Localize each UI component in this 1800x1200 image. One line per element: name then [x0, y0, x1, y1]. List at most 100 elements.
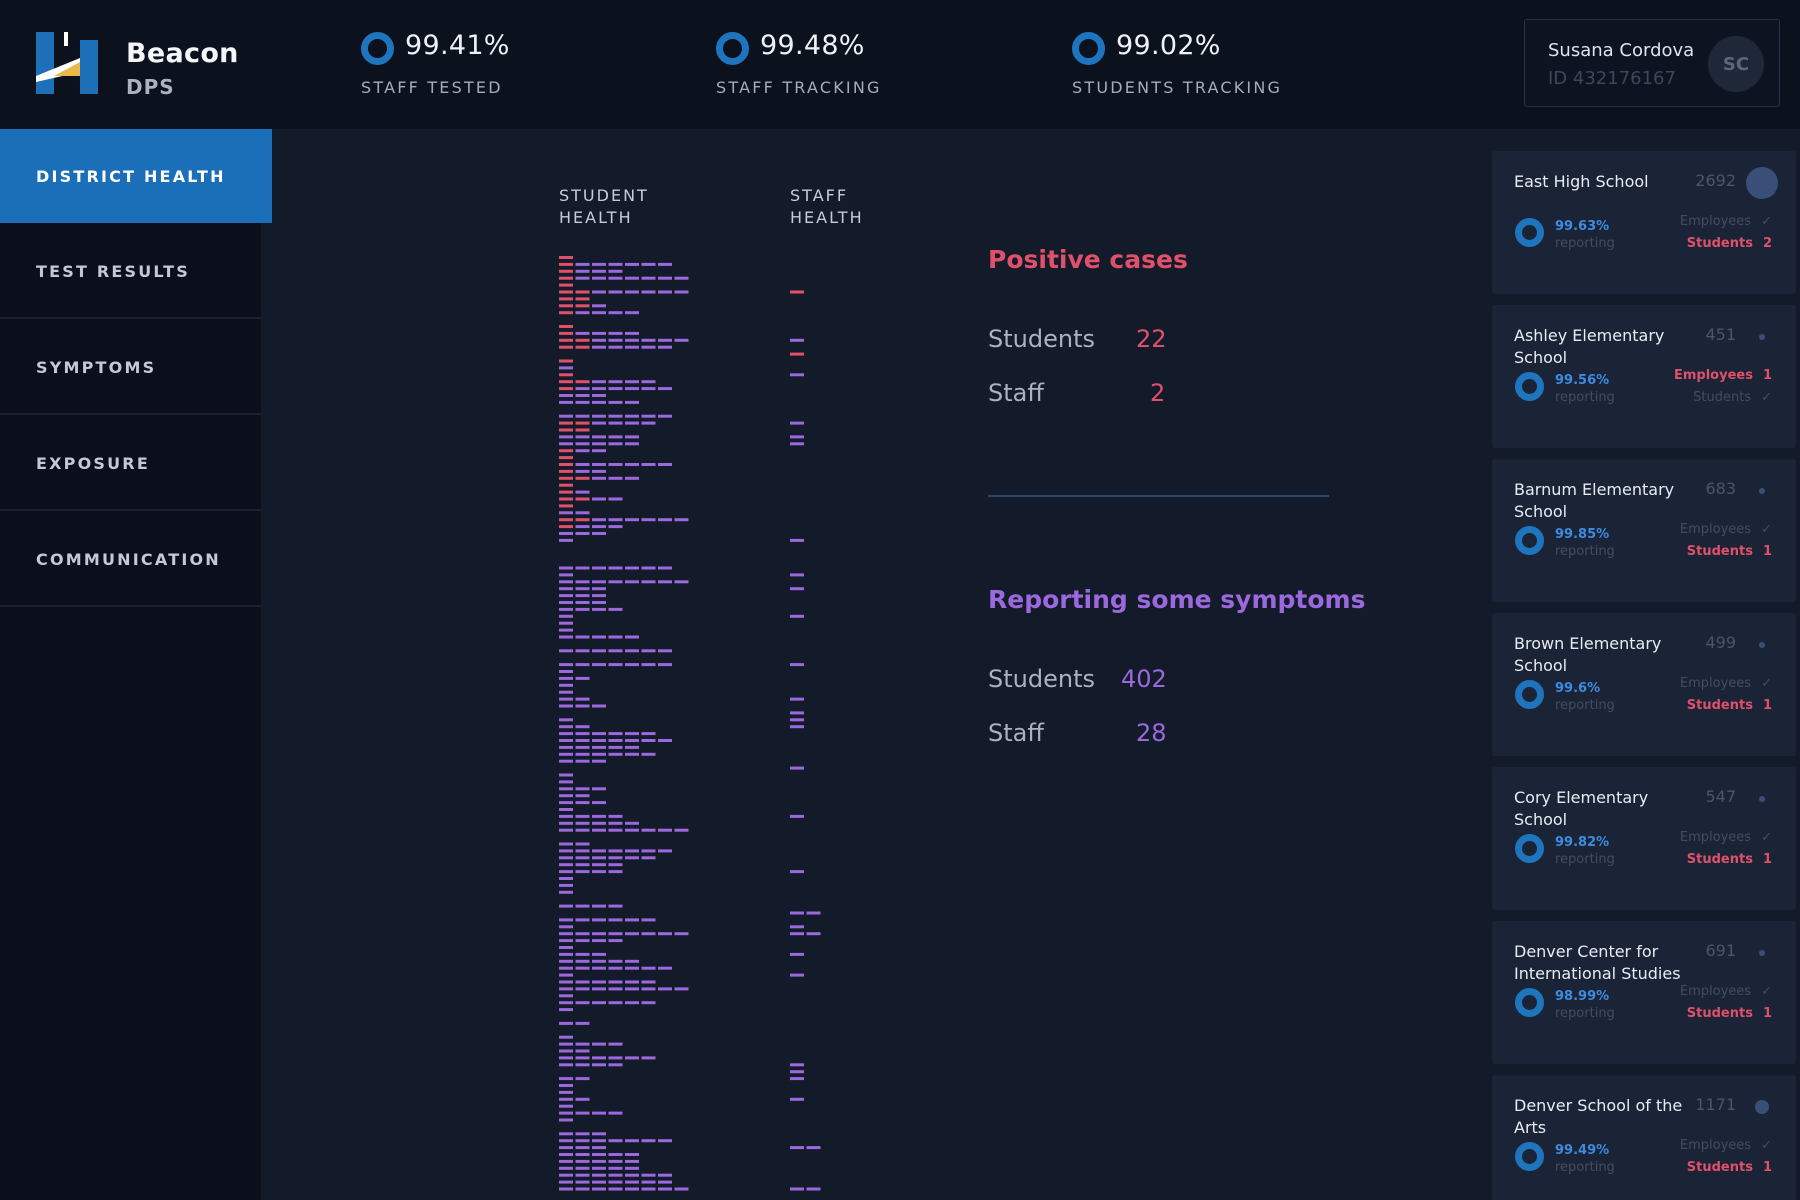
student-tick-mark: [608, 1001, 623, 1005]
positive-cases-title: Positive cases: [988, 245, 1188, 274]
student-tick-mark: [559, 532, 573, 535]
school-reporting-pct: 99.82%: [1555, 835, 1610, 850]
student-tick-mark: [592, 1001, 606, 1005]
student-tick-mark: [641, 752, 656, 756]
student-tick-mark: [575, 421, 590, 425]
student-tick-mark: [641, 276, 656, 280]
student-tick-mark: [575, 849, 590, 853]
student-tick-mark: [592, 1132, 606, 1136]
student-tick-mark: [559, 732, 573, 736]
student-tick-mark: [559, 594, 573, 598]
student-tick-mark: [559, 325, 573, 328]
progress-ring-icon: [1515, 372, 1544, 401]
student-tick-mark: [559, 366, 573, 370]
student-tick-mark: [559, 1090, 573, 1094]
student-tick-mark: [658, 518, 672, 522]
student-tick-mark: [575, 1097, 590, 1101]
student-tick-mark: [625, 1173, 639, 1177]
school-reporting-label: reporting: [1555, 852, 1615, 867]
student-tick-mark: [608, 497, 623, 501]
student-tick-mark: [575, 345, 590, 349]
student-tick-mark: [674, 932, 689, 936]
student-tick-mark: [625, 345, 639, 349]
student-tick-mark: [575, 1180, 590, 1184]
student-tick-mark: [559, 1153, 573, 1156]
school-card[interactable]: Denver School of the Arts 1171 99.49% repor…: [1492, 1075, 1796, 1200]
staff-tick-mark: [806, 1187, 821, 1191]
student-tick-mark: [559, 697, 573, 701]
staff-tick-mark: [790, 711, 804, 715]
school-card[interactable]: Ashley Elementary School 451 99.56% reporti…: [1492, 305, 1796, 448]
student-tick-mark: [559, 297, 573, 301]
student-tick-mark: [575, 601, 590, 604]
school-card[interactable]: Denver Center for International Studies 6…: [1492, 921, 1796, 1064]
student-tick-mark: [658, 580, 672, 584]
student-tick-mark: [608, 932, 623, 936]
school-count: 1171: [1695, 1095, 1736, 1114]
student-tick-mark: [608, 1166, 623, 1170]
school-card[interactable]: Barnum Elementary School 683 99.85% reporti…: [1492, 459, 1796, 602]
student-tick-mark: [592, 980, 606, 984]
progress-ring-icon: [1515, 526, 1544, 555]
student-tick-mark: [575, 1173, 590, 1177]
student-tick-mark: [575, 939, 590, 943]
student-tick-mark: [658, 649, 672, 653]
student-tick-mark: [559, 1166, 573, 1170]
student-tick-mark: [559, 1056, 573, 1060]
student-tick-mark: [641, 649, 656, 653]
student-tick-mark: [592, 607, 606, 611]
student-tick-mark: [559, 863, 573, 867]
student-tick-mark: [625, 663, 639, 667]
student-tick-mark: [641, 739, 656, 742]
student-tick-mark: [559, 338, 573, 342]
school-count: 451: [1705, 325, 1736, 344]
student-tick-mark: [575, 587, 590, 591]
student-tick-mark: [559, 1097, 573, 1101]
student-tick-mark: [559, 1077, 573, 1081]
student-tick-mark: [625, 476, 639, 480]
student-tick-mark: [592, 801, 606, 805]
student-tick-mark: [658, 1187, 672, 1191]
student-tick-mark: [641, 262, 656, 266]
student-tick-mark: [559, 1180, 573, 1184]
student-tick-mark: [608, 821, 623, 825]
student-tick-mark: [608, 649, 623, 653]
student-tick-mark: [575, 338, 590, 342]
student-tick-mark: [592, 1180, 606, 1184]
student-tick-mark: [608, 1173, 623, 1177]
student-tick-mark: [641, 380, 656, 384]
student-tick-mark: [641, 290, 656, 294]
school-card[interactable]: Brown Elementary School 499 99.6% reporting…: [1492, 613, 1796, 756]
staff-tick-mark: [790, 1063, 804, 1067]
student-tick-mark: [608, 276, 623, 280]
student-tick-mark: [625, 980, 639, 984]
student-tick-mark: [592, 435, 606, 439]
student-tick-mark: [575, 290, 590, 294]
student-tick-mark: [625, 635, 639, 639]
students-label: Students: [1686, 698, 1753, 713]
student-tick-mark: [575, 952, 590, 956]
student-tick-mark: [575, 525, 590, 529]
student-tick-mark: [575, 904, 590, 908]
student-tick-mark: [625, 739, 639, 742]
student-tick-mark: [592, 532, 606, 535]
student-tick-mark: [592, 594, 606, 598]
student-tick-mark: [559, 932, 573, 936]
student-tick-mark: [592, 421, 606, 425]
student-tick-mark: [559, 525, 573, 529]
student-tick-mark: [559, 573, 573, 577]
school-card[interactable]: Cory Elementary School 547 99.82% reporting…: [1492, 767, 1796, 910]
student-tick-mark: [575, 1077, 590, 1081]
status-dot-icon: [1759, 950, 1765, 956]
student-tick-mark: [592, 856, 606, 860]
student-tick-mark: [559, 1104, 573, 1108]
student-tick-mark: [559, 683, 573, 687]
student-tick-mark: [625, 518, 639, 522]
student-tick-mark: [575, 490, 590, 494]
student-tick-mark: [575, 304, 590, 308]
student-tick-mark: [625, 752, 639, 756]
school-card[interactable]: East High School 2692 99.63% reporting Emplo…: [1492, 151, 1796, 294]
student-tick-mark: [592, 635, 606, 639]
staff-tick-mark: [806, 1146, 821, 1150]
student-tick-mark: [559, 676, 573, 680]
